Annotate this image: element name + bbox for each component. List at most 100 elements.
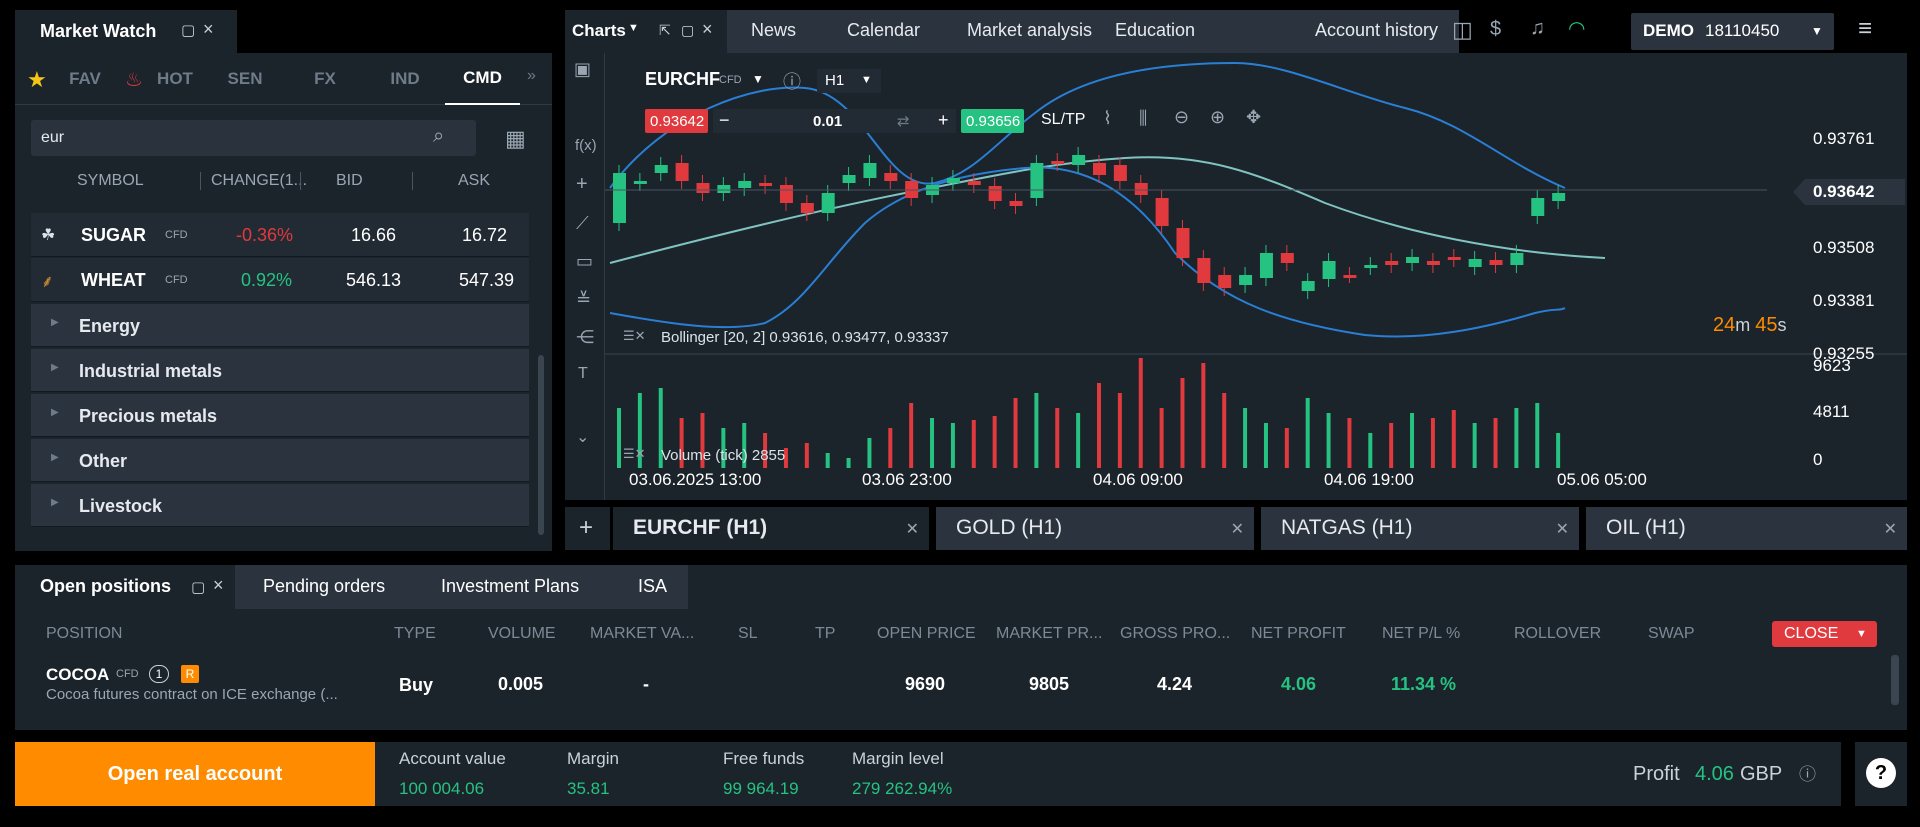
tab-open-positions[interactable]: Open positions ▢ ×	[15, 565, 235, 609]
price-axis[interactable]: 0.93761 0.93642 0.93508 0.93381 0.93255	[1793, 77, 1907, 377]
maximize-icon[interactable]: ▢	[681, 22, 694, 39]
pitchfork-icon[interactable]: ⋲	[576, 327, 594, 348]
tab-fav[interactable]: FAV	[60, 53, 110, 105]
tab-cmd[interactable]: CMD	[445, 53, 520, 105]
caret-down-icon[interactable]: ▼	[628, 22, 639, 34]
chart-tab-eurchf[interactable]: EURCHF (H1) ✕	[613, 507, 929, 550]
col-net-profit[interactable]: NET PROFIT	[1251, 625, 1346, 643]
chart-tab-natgas[interactable]: NATGAS (H1) ✕	[1261, 507, 1579, 550]
close-icon[interactable]: ✕	[1231, 519, 1244, 539]
tab-sen[interactable]: SEN	[215, 53, 275, 105]
info-icon[interactable]: ⓘ	[1799, 760, 1816, 785]
col-sl[interactable]: SL	[738, 625, 758, 643]
plus-icon[interactable]: +	[576, 173, 588, 196]
col-net-pl[interactable]: NET P/L %	[1382, 625, 1460, 643]
list-item[interactable]: ☘ SUGAR CFD -0.36% 16.66 16.72	[31, 213, 529, 257]
chart-area[interactable]: ▣ f(x) + ⟋ ▭ ≚ ⋲ T ⌄ EURCHF CFD ▼ ⓘ H1 ▼…	[565, 53, 1907, 500]
scrollbar[interactable]	[1891, 655, 1899, 705]
list-item[interactable]: ⸙ WHEAT CFD 0.92% 546.13 547.39	[31, 258, 529, 302]
volume-input[interactable]: 0.01	[813, 113, 842, 130]
group-livestock[interactable]: ▶ Livestock	[31, 484, 529, 527]
tab-ind[interactable]: IND	[375, 53, 435, 105]
col-gross-profit[interactable]: GROSS PRO...	[1120, 625, 1230, 643]
open-real-account-button[interactable]: Open real account	[15, 742, 375, 806]
bell-icon[interactable]: ♫	[1530, 17, 1545, 40]
buy-button[interactable]: 0.93656	[961, 109, 1024, 133]
nav-calendar[interactable]: Calendar	[847, 20, 920, 41]
symbol-selector[interactable]: EURCHF	[645, 69, 720, 90]
col-type[interactable]: TYPE	[394, 625, 436, 643]
caret-down-icon[interactable]: ▼	[752, 72, 764, 86]
col-tp[interactable]: TP	[815, 625, 835, 643]
scrollbar[interactable]	[538, 355, 544, 535]
menu-icon[interactable]: ≡	[1858, 15, 1872, 43]
close-icon[interactable]: ×	[203, 19, 214, 40]
tab-investment-plans[interactable]: Investment Plans	[441, 576, 579, 597]
move-icon[interactable]: ✥	[1246, 107, 1261, 128]
maximize-icon[interactable]: ▢	[181, 21, 195, 39]
col-position[interactable]: POSITION	[46, 625, 122, 643]
grid-view-icon[interactable]: ▦	[505, 126, 526, 152]
group-precious-metals[interactable]: ▶ Precious metals	[31, 394, 529, 437]
group-industrial-metals[interactable]: ▶ Industrial metals	[31, 349, 529, 392]
indicator-menu-icon[interactable]: ☰✕	[623, 328, 646, 344]
col-volume[interactable]: VOLUME	[488, 625, 556, 643]
fibonacci-icon[interactable]: ≚	[576, 289, 591, 310]
col-ask[interactable]: ASK	[412, 172, 522, 190]
candles-icon[interactable]: ⫼	[1139, 108, 1147, 129]
crosshair-tool-icon[interactable]: ▣	[574, 59, 591, 80]
close-icon[interactable]: ✕	[1556, 519, 1569, 539]
chart-tab-gold[interactable]: GOLD (H1) ✕	[936, 507, 1254, 550]
line-tool-icon[interactable]: ⟋	[576, 213, 589, 234]
minus-icon[interactable]: −	[719, 110, 730, 131]
col-change[interactable]: CHANGE(1...	[200, 172, 307, 190]
sltp-button[interactable]: SL/TP	[1041, 111, 1085, 129]
col-symbol[interactable]: SYMBOL	[77, 172, 144, 190]
layout-icon[interactable]: ◫	[1452, 17, 1473, 43]
close-icon[interactable]: ×	[213, 575, 224, 596]
col-open-price[interactable]: OPEN PRICE	[877, 625, 976, 643]
nav-news[interactable]: News	[751, 20, 796, 41]
tab-hot[interactable]: HOT	[150, 53, 200, 105]
plus-icon[interactable]: +	[938, 110, 949, 131]
close-icon[interactable]: ✕	[906, 519, 919, 539]
zoom-out-icon[interactable]: ⊖	[1174, 107, 1189, 128]
nav-account-history[interactable]: Account history	[1315, 20, 1438, 41]
table-row[interactable]: COCOA CFD 1 R Cocoa futures contract on …	[15, 655, 1875, 711]
close-icon[interactable]: ✕	[1884, 519, 1897, 539]
search-input[interactable]	[41, 126, 371, 150]
tab-isa[interactable]: ISA	[638, 576, 667, 597]
nav-education[interactable]: Education	[1115, 20, 1195, 41]
swap-icon[interactable]: ⇄	[897, 112, 910, 130]
nav-market-analysis[interactable]: Market analysis	[967, 20, 1092, 41]
dollar-icon[interactable]: $	[1490, 18, 1501, 41]
function-icon[interactable]: f(x)	[575, 137, 597, 154]
close-all-button[interactable]: CLOSE ▼	[1772, 621, 1877, 647]
account-selector[interactable]: DEMO 18110450 ▼	[1631, 13, 1834, 50]
chevron-down-icon[interactable]: ⌄	[576, 427, 589, 447]
scroll-right-icon[interactable]: »	[527, 67, 536, 85]
col-market-value[interactable]: MARKET VA...	[590, 625, 694, 643]
close-icon[interactable]: ×	[702, 19, 713, 40]
maximize-icon[interactable]: ▢	[191, 578, 205, 596]
text-tool-icon[interactable]: T	[578, 365, 588, 383]
help-button[interactable]: ?	[1855, 742, 1907, 806]
volume-stepper[interactable]: − 0.01 ⇄ +	[713, 109, 956, 133]
tab-fx[interactable]: FX	[295, 53, 355, 105]
search-box[interactable]: ⌕	[31, 120, 476, 156]
col-market-price[interactable]: MARKET PR...	[996, 625, 1102, 643]
chart-tab-oil[interactable]: OIL (H1) ✕	[1586, 507, 1907, 550]
add-chart-button[interactable]: +	[565, 507, 610, 550]
popout-icon[interactable]: ⇱	[659, 22, 671, 39]
group-other[interactable]: ▶ Other	[31, 439, 529, 482]
timeframe-selector[interactable]: H1 ▼	[817, 69, 881, 93]
info-icon[interactable]: ⓘ	[783, 68, 801, 94]
tab-pending-orders[interactable]: Pending orders	[263, 576, 385, 597]
col-swap[interactable]: SWAP	[1648, 625, 1695, 643]
group-energy[interactable]: ▶ Energy	[31, 304, 529, 347]
indicator-menu-icon[interactable]: ☰✕	[623, 446, 646, 462]
rectangle-tool-icon[interactable]: ▭	[576, 251, 593, 272]
col-rollover[interactable]: ROLLOVER	[1514, 625, 1601, 643]
sell-button[interactable]: 0.93642	[645, 109, 708, 133]
col-bid[interactable]: BID	[300, 172, 410, 190]
